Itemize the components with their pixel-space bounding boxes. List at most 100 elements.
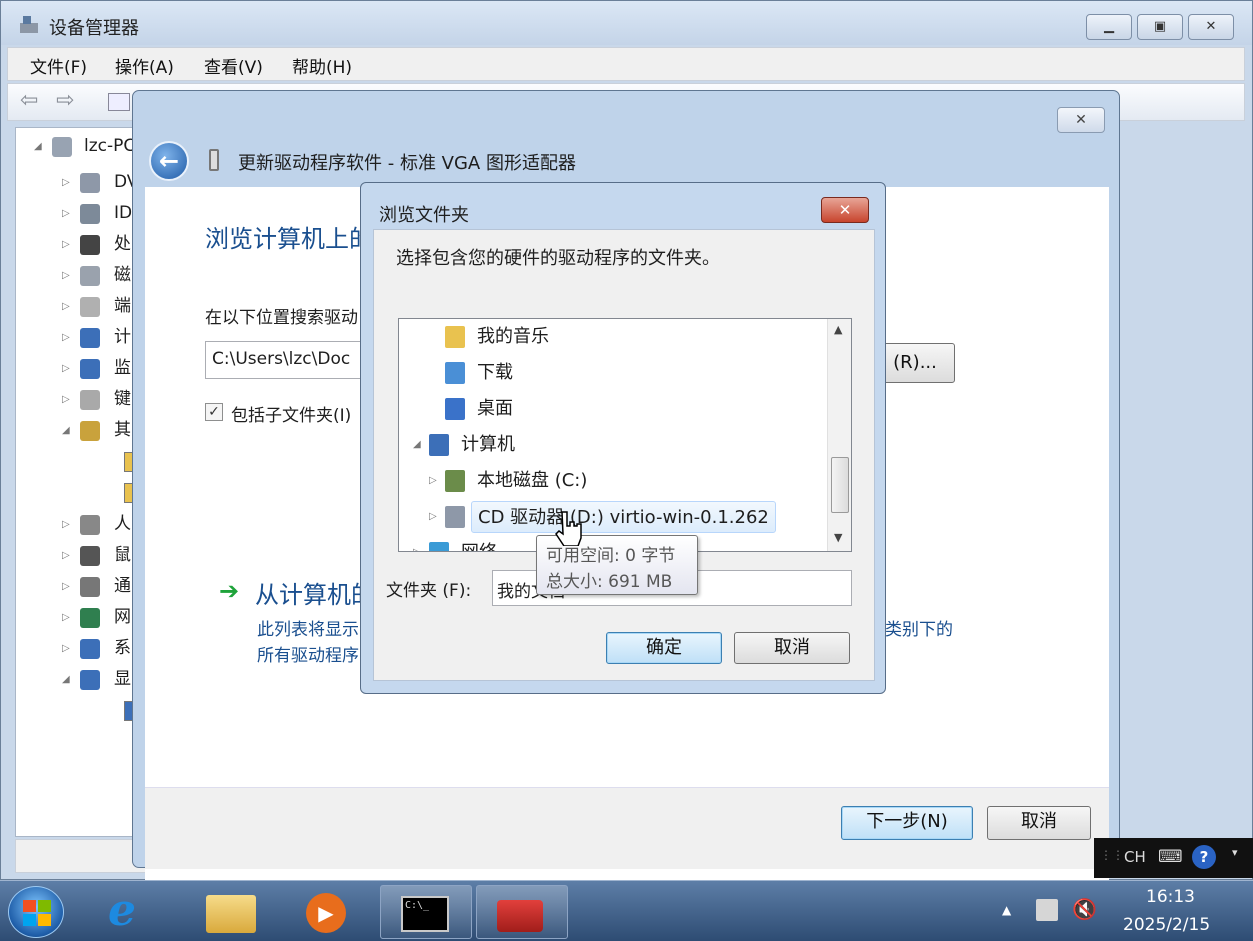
folder-item[interactable]: 下载 xyxy=(399,355,827,391)
tree-item[interactable]: ▷ 网 xyxy=(16,602,134,633)
tree-item-label: 端 xyxy=(114,296,131,316)
expand-icon[interactable]: ▷ xyxy=(62,260,70,291)
folder-item[interactable]: 桌面 xyxy=(399,391,827,427)
folder-item[interactable]: ▷ CD 驱动器 (D:) virtio-win-0.1.262 xyxy=(399,499,827,535)
expand-icon[interactable]: ▷ xyxy=(62,229,70,260)
tree-item[interactable]: ▷ 通 xyxy=(16,571,134,602)
wizard-footer: 下一步(N) 取消 xyxy=(145,787,1109,869)
tree-item[interactable]: ▷ 处 xyxy=(16,229,134,260)
folder-tree[interactable]: 我的音乐 下载 桌面 ◢ 计算机 ▷ 本地磁盘 (C:) ▷ CD 驱动器 (D:) virti… xyxy=(398,318,852,552)
next-button-label: 下一步(N) xyxy=(866,811,948,832)
back-button[interactable]: ← xyxy=(149,141,189,181)
explorer-icon[interactable] xyxy=(186,885,278,939)
volume-muted-icon[interactable]: 🔇 xyxy=(1072,897,1097,921)
start-orb-icon[interactable] xyxy=(8,886,64,938)
collapse-icon[interactable]: ◢ xyxy=(62,415,70,446)
expand-icon[interactable]: ▷ xyxy=(62,602,70,633)
expand-icon[interactable]: ▷ xyxy=(62,540,70,571)
expand-icon[interactable]: ▷ xyxy=(62,384,70,415)
expand-icon[interactable]: ▷ xyxy=(413,535,421,551)
include-subfolders-checkbox[interactable]: ✓ xyxy=(205,403,223,421)
browse-folder-dialog: 浏览文件夹 ✕ 选择包含您的硬件的驱动程序的文件夹。 我的音乐 下载 桌面 ◢ 计算机 ▷… xyxy=(360,182,886,694)
action-center-icon[interactable] xyxy=(1036,899,1058,921)
tree-root[interactable]: ◢ lzc-PC xyxy=(16,131,134,162)
dialog-cancel-label: 取消 xyxy=(774,637,810,658)
scroll-thumb[interactable] xyxy=(831,457,849,513)
keyboard-icon[interactable]: ⌨ xyxy=(1158,847,1183,867)
expand-icon[interactable]: ▷ xyxy=(62,633,70,664)
expand-icon[interactable]: ▷ xyxy=(62,198,70,229)
minimize-button[interactable]: ▁ xyxy=(1086,14,1132,40)
scroll-down-icon[interactable]: ▼ xyxy=(834,531,842,544)
include-subfolders-label: 包括子文件夹(I) xyxy=(231,406,352,426)
tree-item[interactable]: ▷ 监 xyxy=(16,353,134,384)
wizard-close-button[interactable]: ✕ xyxy=(1057,107,1105,133)
options-icon[interactable]: ▾ xyxy=(1232,846,1238,859)
tree-item[interactable]: ▷ ID xyxy=(16,198,134,229)
folder-item-label: 计算机 xyxy=(461,434,515,455)
pick-desc-line1: 此列表将显示 xyxy=(257,620,359,640)
tree-item[interactable]: ▷ 系 xyxy=(16,633,134,664)
collapse-icon[interactable]: ◢ xyxy=(413,427,421,463)
tree-item[interactable]: ▷ 人 xyxy=(16,509,134,540)
tree-item[interactable]: ▷ 鼠 xyxy=(16,540,134,571)
menu-view[interactable]: 查看(V) xyxy=(204,53,263,78)
expand-icon[interactable]: ▷ xyxy=(429,499,437,535)
forward-arrow-icon[interactable]: ⇨ xyxy=(56,88,74,113)
maximize-icon: ▣ xyxy=(1153,19,1167,34)
internet-explorer-icon[interactable]: e xyxy=(88,885,180,939)
pick-from-list-link[interactable]: 从计算机的 xyxy=(255,575,375,610)
back-arrow-icon[interactable]: ⇦ xyxy=(20,88,38,113)
maximize-button[interactable]: ▣ xyxy=(1137,14,1183,40)
folder-item-label: CD 驱动器 (D:) virtio-win-0.1.262 xyxy=(471,501,776,533)
dialog-instruction: 选择包含您的硬件的驱动程序的文件夹。 xyxy=(396,248,720,269)
tree-item[interactable]: ▷ 键 xyxy=(16,384,134,415)
scroll-up-icon[interactable]: ▲ xyxy=(834,323,842,336)
scrollbar[interactable]: ▲ ▼ xyxy=(827,319,851,551)
tree-item[interactable]: ▷ DV xyxy=(16,167,134,198)
green-arrow-icon: ➔ xyxy=(219,577,240,605)
tree-item[interactable]: ▷ 磁 xyxy=(16,260,134,291)
tree-item[interactable]: ◢ 显 xyxy=(16,664,134,695)
expand-icon[interactable]: ▷ xyxy=(62,322,70,353)
folder-item[interactable]: ▷ 本地磁盘 (C:) xyxy=(399,463,827,499)
next-button[interactable]: 下一步(N) xyxy=(841,806,973,840)
hid-icon xyxy=(80,515,100,535)
tree-item-label: 监 xyxy=(114,358,131,378)
show-hidden-icons[interactable]: ▲ xyxy=(1002,903,1011,917)
expand-icon[interactable]: ▷ xyxy=(62,571,70,602)
tree-item-label: 鼠 xyxy=(114,545,131,565)
device-manager-icon xyxy=(20,16,38,33)
media-player-icon[interactable]: ▶ xyxy=(282,885,374,939)
menu-help[interactable]: 帮助(H) xyxy=(292,53,352,78)
properties-icon[interactable] xyxy=(108,93,130,111)
dialog-cancel-button[interactable]: 取消 xyxy=(734,632,850,664)
expand-icon[interactable]: ▷ xyxy=(62,509,70,540)
folder-item[interactable]: 我的音乐 xyxy=(399,319,827,355)
folder-item[interactable]: ◢ 计算机 xyxy=(399,427,827,463)
clock-time[interactable]: 16:13 xyxy=(1146,887,1195,907)
toolbox-icon[interactable] xyxy=(476,885,568,939)
pick-desc-line2: 所有驱动程序 xyxy=(257,646,359,666)
expand-icon[interactable]: ▷ xyxy=(62,167,70,198)
ok-button[interactable]: 确定 xyxy=(606,632,722,664)
menu-file[interactable]: 文件(F) xyxy=(30,53,87,78)
expand-icon[interactable]: ▷ xyxy=(429,463,437,499)
tree-item[interactable]: ▷ 计 xyxy=(16,322,134,353)
collapse-icon[interactable]: ◢ xyxy=(62,664,70,695)
close-button[interactable]: ✕ xyxy=(1188,14,1234,40)
language-indicator[interactable]: CH xyxy=(1124,848,1146,866)
expand-icon[interactable]: ▷ xyxy=(62,353,70,384)
tree-item-label: 人 xyxy=(114,514,131,534)
expand-icon[interactable]: ▷ xyxy=(62,291,70,322)
tree-item[interactable]: ▷ 端 xyxy=(16,291,134,322)
wizard-cancel-button[interactable]: 取消 xyxy=(987,806,1091,840)
cd-drive-icon xyxy=(445,506,465,528)
help-icon[interactable]: ? xyxy=(1192,845,1216,869)
cmd-icon[interactable]: C:\_ xyxy=(380,885,472,939)
title-bar[interactable]: 设备管理器 ▁ ▣ ✕ xyxy=(1,1,1252,45)
tree-item[interactable]: ◢ 其 xyxy=(16,415,134,446)
menu-action[interactable]: 操作(A) xyxy=(115,53,174,78)
dialog-close-button[interactable]: ✕ xyxy=(821,197,869,223)
clock-date[interactable]: 2025/2/15 xyxy=(1123,915,1210,935)
